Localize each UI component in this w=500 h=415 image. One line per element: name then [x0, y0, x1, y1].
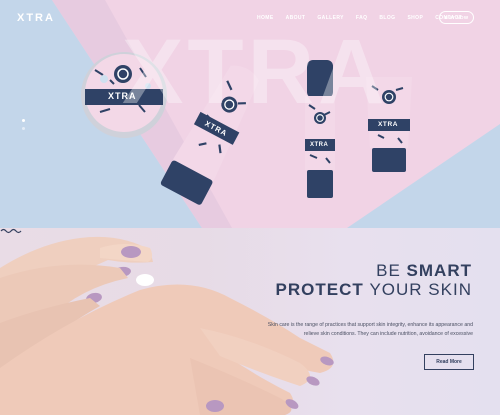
hero-banner: XTRA XTRA XTRA XTRA XTRA XTRA HOME ABOUT… [0, 0, 500, 228]
main-nav: HOME ABOUT GALLERY FAQ BLOG SHOP CONTACT [257, 15, 462, 21]
slider-dot-2[interactable] [22, 127, 25, 130]
nav-item-shop[interactable]: SHOP [407, 15, 423, 21]
wave-divider-icon [0, 228, 22, 234]
buy-now-button[interactable]: BUY NOW [439, 11, 474, 24]
nav-item-faq[interactable]: FAQ [356, 15, 367, 21]
section-description: Skin care is the range of practices that… [267, 322, 473, 337]
heading-smart: SMART [406, 261, 472, 280]
heading-be: BE [376, 261, 407, 280]
slider-dots [22, 119, 25, 135]
tin-label: XTRA [108, 91, 137, 101]
slider-dot-1[interactable] [22, 119, 25, 122]
hero-watermark: XTRA [122, 21, 389, 123]
heading-line-1: BE SMART [376, 261, 472, 281]
site-logo[interactable]: XTRA [17, 12, 55, 24]
heading-line-2: PROTECT YOUR SKIN [276, 280, 472, 300]
heading-your-skin: YOUR SKIN [369, 280, 472, 299]
nav-item-about[interactable]: ABOUT [286, 15, 306, 21]
nav-item-gallery[interactable]: GALLERY [317, 15, 344, 21]
skincare-section: BE SMART PROTECT YOUR SKIN Skin care is … [0, 228, 500, 415]
nav-item-blog[interactable]: BLOG [379, 15, 395, 21]
nav-item-home[interactable]: HOME [257, 15, 274, 21]
small-tube-label: XTRA [378, 121, 399, 128]
read-more-button[interactable]: Read More [424, 354, 474, 370]
heading-protect: PROTECT [275, 280, 370, 299]
bottle-label: XTRA [310, 142, 329, 148]
